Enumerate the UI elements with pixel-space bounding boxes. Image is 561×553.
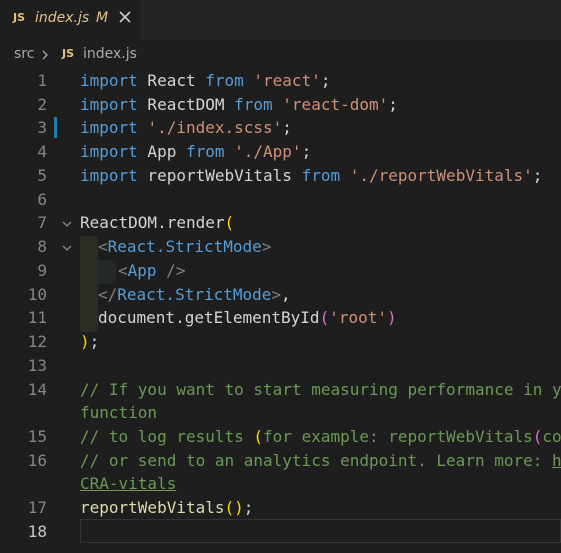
token-punctuation: ; (320, 71, 331, 90)
token-comment: // to log results (80, 427, 254, 446)
token-punctuation: . (175, 308, 185, 327)
token-tag-bracket: /> (156, 261, 186, 280)
token-punctuation: ; (89, 332, 100, 351)
git-modified-gutter (54, 117, 57, 138)
token-keyword: import (80, 166, 138, 185)
token-method: getElementById (184, 308, 320, 327)
code-line: // or send to an analytics endpoint. Lea… (80, 449, 561, 473)
token-string: './index.scss' (147, 118, 283, 137)
line-number: 11 (27, 308, 47, 327)
token-tag-bracket: < (118, 261, 128, 280)
line-number: 10 (27, 285, 47, 304)
token-bracket: ) (387, 308, 397, 327)
comment-link[interactable]: h (552, 451, 561, 470)
token-identifier: document (98, 308, 176, 327)
token-punctuation: , (281, 285, 291, 304)
code-line: // to log results (for example: reportWe… (80, 425, 561, 449)
token-punctuation: . (157, 213, 167, 232)
code-line: import App from './App'; (80, 140, 311, 164)
line-number: 17 (27, 498, 47, 517)
token-tag-bracket: </ (98, 285, 118, 304)
token-punctuation: ; (243, 498, 254, 517)
token-tag: App (127, 261, 157, 280)
token-bracket: ( (532, 427, 543, 446)
token-bracket: ) (234, 498, 244, 517)
indent-guide (80, 236, 98, 332)
token-comment: for example: reportWebVitals (263, 427, 533, 446)
token-punctuation: ; (301, 142, 312, 161)
code-line: <React.StrictMode> (98, 235, 271, 259)
line-number: 12 (27, 332, 47, 351)
code-line: </React.StrictMode>, (98, 283, 291, 307)
line-number: 8 (37, 237, 47, 256)
token-identifier: reportWebVitals (137, 166, 302, 185)
token-tag-bracket: > (261, 237, 272, 256)
token-bracket: ( (319, 308, 330, 327)
line-number: 1 (37, 71, 47, 90)
code-line: ); (80, 330, 99, 354)
token-keyword: from (234, 95, 273, 114)
token-punctuation: ; (282, 118, 292, 137)
token-keyword: from (205, 71, 244, 90)
line-number: 13 (27, 356, 47, 375)
token-keyword: import (80, 71, 138, 90)
line-number: 5 (37, 166, 47, 185)
token-keyword: import (80, 142, 138, 161)
token-string: './reportWebVitals' (340, 166, 533, 185)
code-line: import React from 'react'; (80, 69, 330, 93)
token-tag: React.StrictMode (107, 237, 262, 256)
code-line: <App /> (118, 259, 185, 283)
code-line: import './index.scss'; (80, 116, 292, 140)
token-keyword: from (185, 142, 225, 161)
token-identifier: ReactDOM (137, 95, 235, 114)
token-bracket: ( (224, 213, 235, 232)
token-bracket: ( (253, 427, 264, 446)
line-number: 16 (27, 451, 47, 470)
token-function: reportWebVitals (80, 498, 225, 517)
code-comment: function (80, 403, 158, 422)
token-tag-bracket: > (271, 285, 282, 304)
token-punctuation: ; (388, 95, 398, 114)
token-tag: React.StrictMode (117, 285, 272, 304)
code-line: document.getElementById('root') (98, 306, 397, 330)
line-number: 9 (37, 261, 47, 280)
token-identifier: App (137, 142, 186, 161)
token-comment: // or send to an analytics endpoint. Lea… (80, 451, 553, 470)
token-keyword: import (80, 118, 138, 137)
comment-link[interactable]: CRA-vitals (80, 472, 176, 496)
code-editor[interactable]: 1 2 3 4 5 6 7 8 9 10 11 12 13 14 15 16 1… (0, 0, 561, 553)
line-number: 4 (37, 142, 47, 161)
token-string: 'react-dom' (272, 95, 389, 114)
token-identifier: React (137, 71, 206, 90)
line-number: 6 (37, 190, 47, 209)
line-number: 14 (27, 380, 47, 399)
line-number: 15 (27, 427, 47, 446)
fold-chevron-icon[interactable] (61, 242, 73, 254)
line-number: 2 (37, 95, 47, 114)
token-keyword: import (80, 95, 138, 114)
token-comment: co (542, 427, 561, 446)
token-punctuation: ; (532, 166, 543, 185)
code-line: reportWebVitals(); (80, 496, 253, 520)
line-number: 7 (37, 213, 47, 232)
token-bracket: ) (80, 332, 90, 351)
code-line: import reportWebVitals from './reportWeb… (80, 164, 542, 188)
token-bracket: ( (224, 498, 235, 517)
fold-chevron-icon[interactable] (61, 218, 73, 230)
token-string: 'root' (329, 308, 387, 327)
token-tag-bracket: < (98, 237, 108, 256)
current-line-highlight (80, 519, 561, 543)
token-string: 'react' (243, 71, 321, 90)
code-comment: // If you want to start measuring perfor… (80, 380, 561, 399)
code-line: import ReactDOM from 'react-dom'; (80, 93, 398, 117)
line-number-active: 18 (27, 522, 47, 541)
code-line: ReactDOM.render( (80, 211, 234, 235)
token-string: './App' (224, 142, 302, 161)
token-method: render (166, 213, 225, 232)
token-keyword: from (301, 166, 341, 185)
token-identifier: ReactDOM (80, 213, 158, 232)
indent-guide (98, 260, 116, 284)
line-number: 3 (37, 118, 47, 137)
